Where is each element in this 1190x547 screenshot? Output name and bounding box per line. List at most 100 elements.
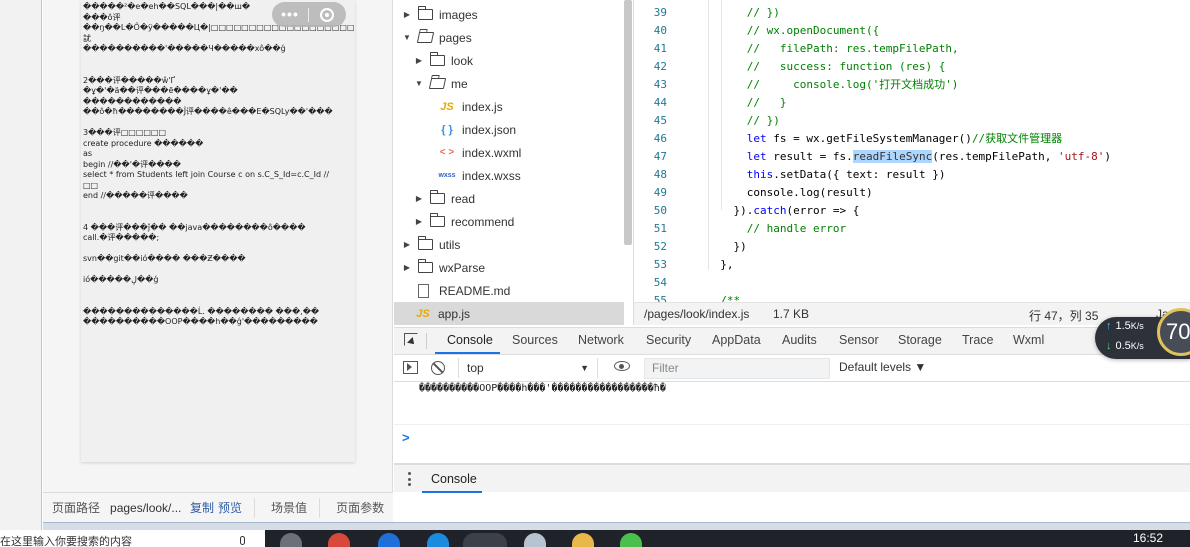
page-params-button[interactable]: 页面参数: [336, 499, 384, 516]
tab-wxml[interactable]: Wxml: [1013, 333, 1044, 347]
console-filter-input[interactable]: Filter: [644, 358, 830, 379]
code-line[interactable]: 39 // }): [634, 4, 1190, 22]
code-line[interactable]: 45 // }): [634, 112, 1190, 130]
code-line[interactable]: 47 let result = fs.readFileSync(res.temp…: [634, 148, 1190, 166]
tree-item-images[interactable]: ▶ images: [394, 3, 478, 26]
tree-item-app-js[interactable]: JS app.js: [394, 302, 624, 325]
code-line[interactable]: 46 let fs = wx.getFileSystemManager()//获…: [634, 130, 1190, 148]
code-line[interactable]: 48 this.setData({ text: result }): [634, 166, 1190, 184]
tab-storage[interactable]: Storage: [898, 333, 942, 347]
code-line[interactable]: 50 }).catch(error => {: [634, 202, 1190, 220]
chevron-right-icon[interactable]: ▶: [402, 10, 412, 19]
tree-item-index-js[interactable]: JS index.js: [394, 95, 503, 118]
code-text: // success: function (res) {: [707, 58, 946, 76]
code-line[interactable]: 49 console.log(result): [634, 184, 1190, 202]
tree-item-index-wxss[interactable]: wxss index.wxss: [394, 164, 520, 187]
log-levels-dropdown[interactable]: Default levels ▼: [839, 360, 926, 374]
tab-sources[interactable]: Sources: [512, 333, 558, 347]
folder-open-icon: [428, 78, 447, 89]
tree-item-index-wxml[interactable]: < > index.wxml: [394, 141, 522, 164]
code-text: }).catch(error => {: [707, 202, 859, 220]
tab-audits[interactable]: Audits: [782, 333, 817, 347]
code-text: console.log(result): [707, 184, 873, 202]
line-number: 49: [653, 186, 667, 199]
page-path-value: pages/look/...: [110, 500, 182, 515]
code-line[interactable]: 41 // filePath: res.tempFilePath,: [634, 40, 1190, 58]
simulator-phone-screen[interactable]: �����²�e�eh��SQL���|��ш� ���ô评 ��ŋ��L�Ő�ÿ�…: [81, 0, 355, 462]
inspect-element-icon[interactable]: [404, 333, 418, 346]
code-line[interactable]: 44 // }: [634, 94, 1190, 112]
drawer-tab-console[interactable]: Console: [431, 472, 477, 486]
live-expression-eye-icon[interactable]: [614, 361, 630, 371]
json-file-icon: { }: [441, 123, 453, 136]
code-token: /**: [707, 294, 741, 302]
tab-divider: [426, 333, 427, 349]
chevron-right-icon[interactable]: ▶: [414, 56, 424, 65]
code-token: },: [707, 258, 734, 271]
console-prompt-icon[interactable]: >: [402, 430, 410, 445]
download-speed: ↓ 0.5K/s: [1106, 340, 1144, 352]
microphone-icon[interactable]: [240, 536, 245, 545]
tree-item-look[interactable]: ▶ look: [394, 49, 473, 72]
close-miniprogram-icon[interactable]: [309, 7, 345, 22]
tab-console[interactable]: Console: [447, 333, 493, 347]
chevron-down-icon[interactable]: ▼: [414, 79, 424, 88]
clear-console-icon[interactable]: [431, 361, 445, 375]
line-number: 55: [653, 294, 667, 302]
page-text-line: �ұ�'�ä��评���ē����ұ�'��: [83, 86, 238, 95]
console-output[interactable]: ����������OOP����h���'�����������������ħ…: [394, 382, 1190, 464]
chevron-right-icon[interactable]: ▶: [414, 217, 424, 226]
tab-network[interactable]: Network: [578, 333, 624, 347]
code-token: let: [746, 150, 767, 163]
drawer-menu-icon[interactable]: [408, 472, 411, 486]
more-menu-icon[interactable]: •••: [272, 2, 308, 27]
code-line[interactable]: 55 /**: [634, 292, 1190, 302]
tree-item-label: images: [439, 7, 478, 22]
code-line[interactable]: 53 },: [634, 256, 1190, 274]
page-text-line: call.�评�����;: [83, 233, 160, 242]
status-cursor-position[interactable]: 行 47，列 35: [1029, 307, 1098, 324]
miniprogram-capsule[interactable]: •••: [272, 2, 346, 27]
code-editor[interactable]: 39 // }) 40 // wx.openDocument({41 // fil…: [634, 0, 1190, 302]
tree-item-readme-md[interactable]: README.md: [394, 279, 510, 302]
tree-item-me[interactable]: ▼ me: [394, 72, 468, 95]
code-line[interactable]: 42 // success: function (res) {: [634, 58, 1190, 76]
tree-item-index-json[interactable]: { } index.json: [394, 118, 516, 141]
devtools-app-icon[interactable]: [463, 533, 507, 547]
page-text-line: [83, 244, 355, 255]
code-line[interactable]: 52 }): [634, 238, 1190, 256]
tree-item-wxparse[interactable]: ▶ wxParse: [394, 256, 485, 279]
tree-item-label: me: [451, 76, 468, 91]
line-number: 39: [653, 6, 667, 19]
scene-value-button[interactable]: 场景值: [271, 499, 307, 516]
code-line[interactable]: 54: [634, 274, 1190, 292]
page-text-line: 4 ���评���ǰ�� ��java��������ô����: [83, 222, 306, 232]
file-explorer-scrollbar[interactable]: [624, 0, 632, 245]
code-text: // handle error: [707, 220, 846, 238]
tab-appdata[interactable]: AppData: [712, 333, 761, 347]
tab-security[interactable]: Security: [646, 333, 691, 347]
tree-item-read[interactable]: ▶ read: [394, 187, 475, 210]
chevron-right-icon[interactable]: ▶: [414, 194, 424, 203]
code-line[interactable]: 51 // handle error: [634, 220, 1190, 238]
code-line[interactable]: 40 // wx.openDocument({: [634, 22, 1190, 40]
network-speed-widget[interactable]: ↑ 1.5K/s ↓ 0.5K/s 70: [1095, 308, 1190, 359]
context-selector[interactable]: top ▼: [458, 358, 598, 378]
tree-item-label: index.js: [462, 99, 503, 114]
code-token: // }): [707, 114, 780, 127]
tree-item-utils[interactable]: ▶ utils: [394, 233, 460, 256]
code-line[interactable]: 43 // console.log('打开文档成功'): [634, 76, 1190, 94]
chevron-right-icon[interactable]: ▶: [402, 263, 412, 272]
chevron-down-icon[interactable]: ▼: [402, 33, 412, 42]
show-sidebar-icon[interactable]: [403, 361, 418, 374]
preview-link[interactable]: 预览: [218, 499, 242, 516]
tree-item-pages[interactable]: ▼ pages: [394, 26, 472, 49]
wxml-file-icon: < >: [439, 147, 455, 158]
copy-path-link[interactable]: 复制: [190, 499, 214, 516]
chevron-right-icon[interactable]: ▶: [402, 240, 412, 249]
taskbar-search-box[interactable]: 在这里输入你要搜索的内容: [0, 530, 265, 547]
tree-item-recommend[interactable]: ▶ recommend: [394, 210, 514, 233]
tab-trace[interactable]: Trace: [962, 333, 994, 347]
tab-sensor[interactable]: Sensor: [839, 333, 879, 347]
